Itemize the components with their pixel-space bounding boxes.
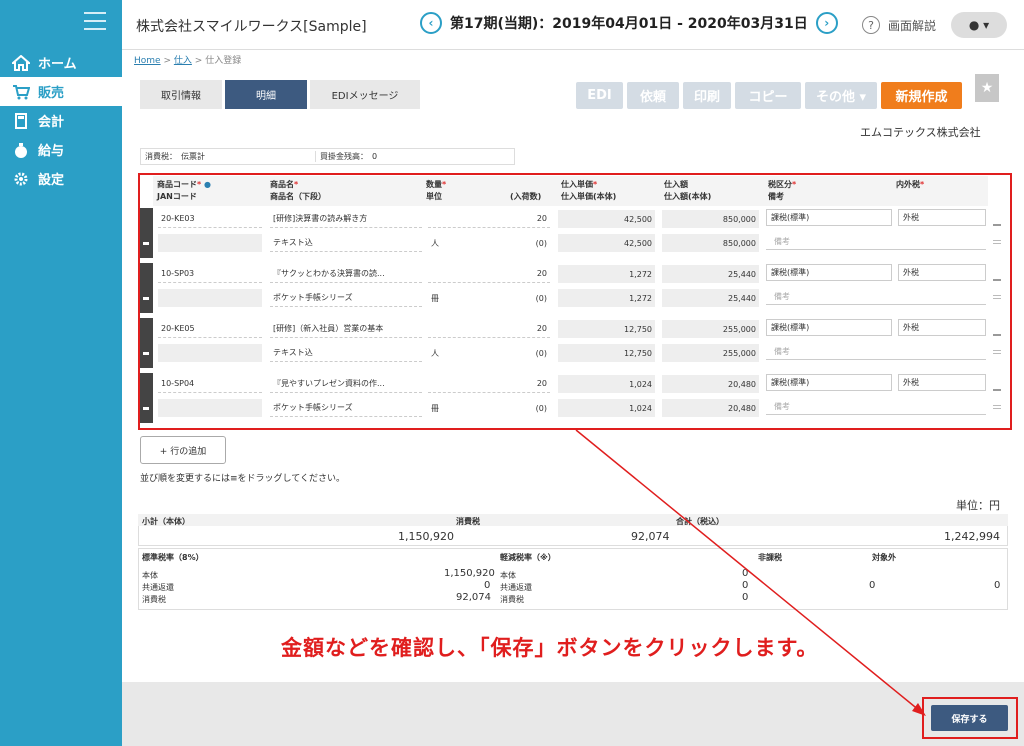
instruction-caption: 金額などを確認し、「保存」ボタンをクリックします。 [281,636,819,660]
